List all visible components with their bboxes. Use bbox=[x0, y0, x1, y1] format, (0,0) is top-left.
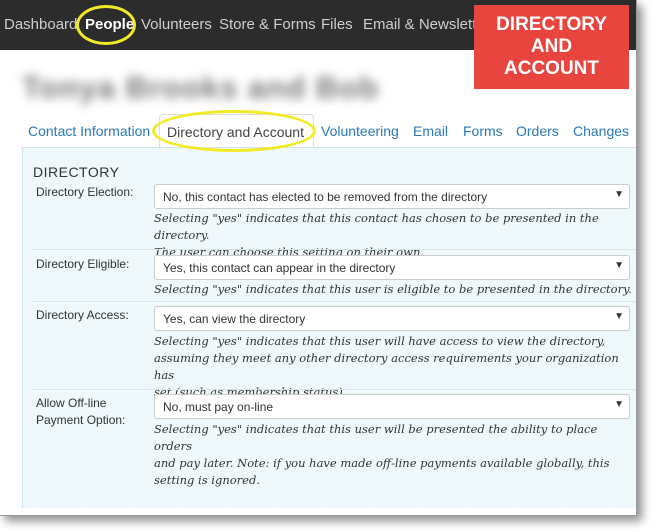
dropdown-caret-icon: ▼ bbox=[614, 260, 624, 271]
offline-payment-label: Allow Off-line Payment Option: bbox=[36, 395, 125, 429]
help-line: and pay later. Note: if you have made of… bbox=[154, 456, 610, 470]
directory-election-value: No, this contact has elected to be remov… bbox=[163, 190, 488, 204]
directory-access-select[interactable]: Yes, can view the directory ▼ bbox=[154, 306, 630, 331]
help-line: assuming they meet any other directory a… bbox=[154, 351, 619, 382]
directory-eligible-select[interactable]: Yes, this contact can appear in the dire… bbox=[154, 255, 630, 280]
help-line: Selecting "yes" indicates that this user… bbox=[154, 422, 598, 453]
tab-directory-and-account-label: Directory and Account bbox=[167, 124, 304, 140]
dropdown-caret-icon: ▼ bbox=[614, 189, 624, 200]
callout-line-2: AND bbox=[530, 36, 573, 57]
directory-election-select[interactable]: No, this contact has elected to be remov… bbox=[154, 184, 630, 209]
tab-orders[interactable]: Orders bbox=[516, 123, 559, 139]
offline-payment-label-line-2: Payment Option: bbox=[36, 413, 126, 427]
row-divider bbox=[31, 249, 636, 250]
tab-email[interactable]: Email bbox=[413, 123, 448, 139]
directory-access-help: Selecting "yes" indicates that this user… bbox=[154, 333, 634, 401]
directory-panel: DIRECTORY Directory Election: No, this c… bbox=[22, 147, 636, 508]
tab-contact-information[interactable]: Contact Information bbox=[28, 123, 150, 139]
help-line: Selecting "yes" indicates that this user… bbox=[154, 282, 632, 296]
tab-volunteering[interactable]: Volunteering bbox=[321, 123, 399, 139]
tab-forms[interactable]: Forms bbox=[463, 123, 503, 139]
nav-item-files[interactable]: Files bbox=[321, 16, 353, 33]
contact-tabs: Contact Information Directory and Accoun… bbox=[0, 114, 636, 148]
directory-election-label: Directory Election: bbox=[36, 185, 134, 199]
help-line: Selecting "yes" indicates that this user… bbox=[154, 334, 606, 348]
nav-item-dashboard[interactable]: Dashboard bbox=[4, 16, 77, 33]
torn-edge bbox=[0, 507, 636, 515]
section-title: DIRECTORY bbox=[33, 164, 120, 180]
offline-payment-help: Selecting "yes" indicates that this user… bbox=[154, 421, 634, 489]
screenshot-frame: Dashboard People Volunteers Store & Form… bbox=[0, 0, 637, 516]
offline-payment-value: No, must pay on-line bbox=[163, 400, 274, 414]
contact-name-heading: Tonya Brooks and Bob bbox=[22, 70, 380, 105]
row-divider bbox=[31, 389, 636, 390]
directory-eligible-help: Selecting "yes" indicates that this user… bbox=[154, 281, 634, 298]
nav-item-volunteers[interactable]: Volunteers bbox=[141, 16, 212, 33]
nav-item-store-forms[interactable]: Store & Forms bbox=[219, 16, 316, 33]
directory-election-help: Selecting "yes" indicates that this cont… bbox=[154, 210, 634, 261]
tab-directory-and-account[interactable]: Directory and Account bbox=[159, 114, 314, 148]
help-line: setting is ignored. bbox=[154, 473, 260, 487]
offline-payment-label-line-1: Allow Off-line bbox=[36, 396, 107, 410]
help-line: Selecting "yes" indicates that this cont… bbox=[154, 211, 599, 242]
dropdown-caret-icon: ▼ bbox=[614, 311, 624, 322]
directory-account-callout: DIRECTORY AND ACCOUNT bbox=[474, 5, 629, 89]
directory-access-label: Directory Access: bbox=[36, 308, 129, 322]
row-divider bbox=[31, 301, 636, 302]
dropdown-caret-icon: ▼ bbox=[614, 399, 624, 410]
callout-line-3: ACCOUNT bbox=[504, 58, 599, 79]
directory-access-value: Yes, can view the directory bbox=[163, 312, 306, 326]
offline-payment-select[interactable]: No, must pay on-line ▼ bbox=[154, 394, 630, 419]
tab-changes[interactable]: Changes bbox=[573, 123, 629, 139]
directory-eligible-value: Yes, this contact can appear in the dire… bbox=[163, 261, 396, 275]
nav-item-people[interactable]: People bbox=[85, 16, 134, 33]
directory-eligible-label: Directory Eligible: bbox=[36, 257, 130, 271]
callout-line-1: DIRECTORY bbox=[496, 14, 607, 35]
